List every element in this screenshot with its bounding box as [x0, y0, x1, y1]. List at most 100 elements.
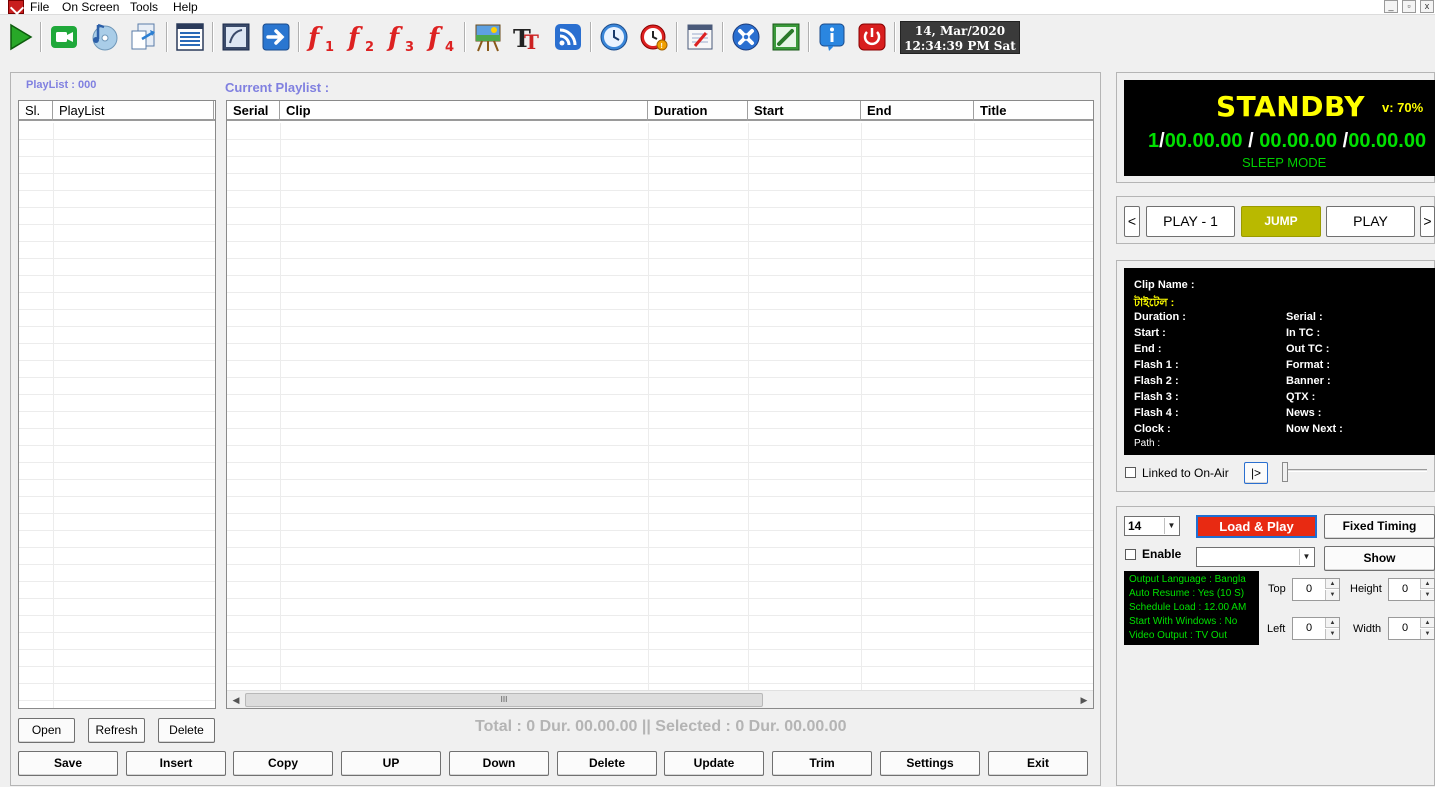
exit-button[interactable]: Exit [988, 751, 1088, 776]
edit-pen-icon[interactable] [770, 21, 802, 53]
play-button[interactable]: PLAY [1326, 206, 1415, 237]
scroll-thumb[interactable]: III [245, 693, 763, 707]
size-combo[interactable]: 14 ▼ [1124, 516, 1180, 536]
list-view-icon[interactable] [174, 21, 206, 53]
height-stepper[interactable]: 0 ▲ ▼ [1388, 578, 1435, 601]
stepper-down-icon[interactable]: ▼ [1325, 590, 1339, 600]
settings-button[interactable]: Settings [880, 751, 980, 776]
rss-news-icon[interactable] [552, 21, 584, 53]
flash2-label: Flash 2 : [1134, 375, 1179, 387]
up-button[interactable]: UP [341, 751, 441, 776]
column-clip[interactable]: Clip [280, 101, 648, 121]
menu-tools[interactable]: Tools [130, 0, 158, 14]
stepper-up-icon[interactable]: ▲ [1325, 618, 1339, 628]
load-and-play-button[interactable]: Load & Play [1196, 515, 1317, 538]
svg-text:!: ! [661, 43, 663, 50]
file-transfer-icon[interactable] [128, 21, 160, 53]
start-label: Start : [1134, 327, 1166, 339]
stepper-down-icon[interactable]: ▼ [1420, 590, 1434, 600]
down-button[interactable]: Down [449, 751, 549, 776]
out-tc-label: Out TC : [1286, 343, 1330, 355]
column-serial[interactable]: Serial [227, 101, 280, 121]
position-slider-thumb[interactable] [1282, 462, 1288, 482]
next-button[interactable]: > [1420, 206, 1435, 237]
fixed-timing-button[interactable]: Fixed Timing [1324, 514, 1435, 539]
column-playlist[interactable]: PlayList [53, 101, 214, 121]
position-slider-track[interactable] [1285, 469, 1427, 472]
flash-3-icon[interactable]: f3 [386, 21, 418, 53]
chevron-down-icon[interactable]: ▼ [1164, 518, 1178, 534]
restore-button[interactable]: ▫ [1402, 0, 1416, 13]
stepper-up-icon[interactable]: ▲ [1420, 579, 1434, 589]
current-playlist-table[interactable]: Serial Clip Duration Start End Title [226, 100, 1094, 709]
stepper-up-icon[interactable]: ▲ [1420, 618, 1434, 628]
scroll-left-icon[interactable]: ◀ [229, 693, 243, 707]
stepper-down-icon[interactable]: ▼ [1420, 629, 1434, 639]
enable-checkbox[interactable] [1125, 549, 1136, 560]
end-label: End : [1134, 343, 1162, 355]
delete-button[interactable]: Delete [557, 751, 657, 776]
video-camera-icon[interactable] [48, 21, 80, 53]
totals-summary: Total : 0 Dur. 00.00.00 || Selected : 0 … [475, 718, 847, 735]
power-off-icon[interactable] [856, 21, 888, 53]
flash1-label: Flash 1 : [1134, 359, 1179, 371]
menu-bar: File On Screen Tools Help _ ▫ x [0, 0, 1435, 15]
copy-button[interactable]: Copy [233, 751, 333, 776]
script-editor-icon[interactable] [220, 21, 252, 53]
minimize-button[interactable]: _ [1384, 0, 1398, 13]
play-icon[interactable] [4, 21, 36, 53]
linked-checkbox[interactable] [1125, 467, 1136, 478]
trim-button[interactable]: Trim [772, 751, 872, 776]
column-start[interactable]: Start [748, 101, 861, 121]
column-end[interactable]: End [861, 101, 974, 121]
scroll-right-icon[interactable]: ▶ [1077, 693, 1091, 707]
delete-playlist-button[interactable]: Delete [158, 718, 215, 743]
column-sl[interactable]: Sl. [19, 101, 53, 121]
flash-4-icon[interactable]: f4 [426, 21, 458, 53]
clock-time: 12:34:39 PM Sat [904, 39, 1016, 53]
chevron-down-icon[interactable]: ▼ [1299, 549, 1313, 565]
banner-easel-icon[interactable] [472, 21, 504, 53]
music-cd-icon[interactable] [88, 21, 120, 53]
schedule-calendar-icon[interactable] [684, 21, 716, 53]
alarm-clock-icon[interactable]: ! [638, 21, 670, 53]
menu-on-screen[interactable]: On Screen [62, 0, 119, 14]
save-button[interactable]: Save [18, 751, 118, 776]
top-label: Top [1268, 583, 1286, 595]
linked-label: Linked to On-Air [1142, 466, 1229, 480]
go-next-icon[interactable] [260, 21, 292, 53]
width-label: Width [1353, 623, 1382, 635]
source-combo[interactable]: ▼ [1196, 547, 1315, 567]
close-button[interactable]: x [1420, 0, 1434, 13]
tools-settings-icon[interactable] [730, 21, 762, 53]
text-ticker-icon[interactable]: TT [512, 21, 544, 53]
stepper-up-icon[interactable]: ▲ [1325, 579, 1339, 589]
width-stepper[interactable]: 0 ▲ ▼ [1388, 617, 1435, 640]
left-stepper[interactable]: 0 ▲ ▼ [1292, 617, 1340, 640]
linked-play-button[interactable]: |> [1244, 462, 1268, 484]
insert-button[interactable]: Insert [126, 751, 226, 776]
update-button[interactable]: Update [664, 751, 764, 776]
in-tc-label: In TC : [1286, 327, 1321, 339]
horizontal-scrollbar[interactable]: ◀ III ▶ [227, 690, 1093, 708]
clock-display: 14, Mar/2020 12:34:39 PM Sat [900, 21, 1020, 54]
current-playlist-label: Current Playlist : [225, 80, 330, 95]
jump-button[interactable]: JUMP [1241, 206, 1321, 237]
stepper-down-icon[interactable]: ▼ [1325, 629, 1339, 639]
play-prev-button[interactable]: PLAY - 1 [1146, 206, 1235, 237]
info-icon[interactable] [816, 21, 848, 53]
flash-2-icon[interactable]: f2 [346, 21, 378, 53]
open-button[interactable]: Open [18, 718, 75, 743]
clock-icon[interactable] [598, 21, 630, 53]
prev-button[interactable]: < [1124, 206, 1140, 237]
menu-help[interactable]: Help [173, 0, 198, 14]
news-label: News : [1286, 407, 1322, 419]
column-title[interactable]: Title [974, 101, 1093, 121]
refresh-button[interactable]: Refresh [88, 718, 145, 743]
playlist-table[interactable]: Sl. PlayList [18, 100, 216, 709]
column-duration[interactable]: Duration [648, 101, 748, 121]
show-button[interactable]: Show [1324, 546, 1435, 571]
menu-file[interactable]: File [30, 0, 49, 14]
flash-1-icon[interactable]: f1 [306, 21, 338, 53]
top-stepper[interactable]: 0 ▲ ▼ [1292, 578, 1340, 601]
